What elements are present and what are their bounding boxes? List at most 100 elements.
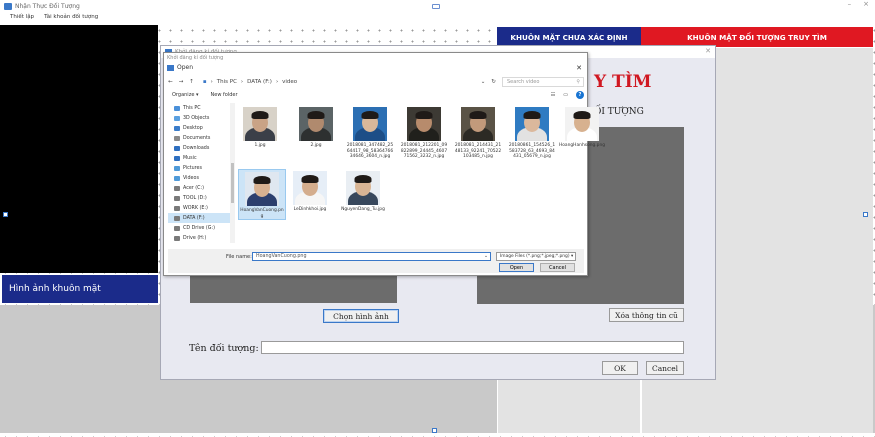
nav-scrollbar[interactable] bbox=[230, 103, 235, 243]
file-name-label: File name: bbox=[226, 254, 252, 260]
nav-item-label: Acer (C:) bbox=[183, 185, 204, 191]
window-controls: – × bbox=[848, 0, 869, 8]
file-name: 2018081_214431_2148133_92241_70522103485… bbox=[454, 143, 502, 159]
file-item[interactable]: LeDinhkhoi.jpg bbox=[286, 169, 334, 213]
file-name: NguyenDang_Tu.jpg bbox=[341, 207, 385, 212]
up-arrow-icon[interactable]: ↑ bbox=[189, 79, 194, 85]
nav-item-label: Music bbox=[183, 155, 197, 161]
file-item[interactable]: 2018081_212201_09822899_24445_460771562_… bbox=[400, 105, 448, 160]
preview-pane-icon[interactable]: ▭ bbox=[563, 92, 568, 98]
nav-item[interactable]: Drive (H:) bbox=[168, 233, 231, 243]
ok-button[interactable]: OK bbox=[602, 361, 638, 375]
nav-item-label: TOOL (D:) bbox=[183, 195, 207, 201]
folder-icon bbox=[174, 145, 180, 151]
nav-item[interactable]: Documents bbox=[168, 133, 231, 143]
chevron-down-icon[interactable]: ⌄ bbox=[484, 254, 488, 259]
nav-item-label: WORK (E:) bbox=[183, 205, 208, 211]
image-thumbnail bbox=[299, 107, 333, 141]
folder-icon bbox=[174, 115, 180, 121]
nav-item-label: CD Drive (G:) bbox=[183, 225, 215, 231]
scrollbar-thumb[interactable] bbox=[231, 163, 234, 203]
file-item[interactable]: HoangHanhsong.png bbox=[558, 105, 606, 149]
window-title: Nhận Thực Đối Tượng bbox=[15, 2, 80, 10]
file-item[interactable]: HoangVanCuong.png bbox=[238, 169, 286, 220]
view-options-icon[interactable]: ☷ bbox=[551, 92, 555, 98]
open-cancel-button[interactable]: Cancel bbox=[540, 263, 575, 272]
file-name: HoangVanCuong.png bbox=[240, 208, 284, 219]
breadcrumb[interactable]: ▪ › This PC › DATA (F:) › video bbox=[200, 76, 475, 87]
nav-item[interactable]: Downloads bbox=[168, 143, 231, 153]
file-item[interactable]: 20180861_154526_1583728_63_4693_84431_05… bbox=[508, 105, 556, 160]
nav-item[interactable]: Desktop bbox=[168, 123, 231, 133]
breadcrumb-item[interactable]: This PC bbox=[217, 79, 237, 85]
chevron-down-icon[interactable]: ⌄ bbox=[481, 79, 486, 85]
address-bar: ← → ↑ ▪ › This PC › DATA (F:) › video ⌄ … bbox=[168, 76, 584, 87]
image-thumbnail bbox=[245, 172, 279, 206]
image-thumbnail bbox=[515, 107, 549, 141]
menu-settings[interactable]: Thiết lập bbox=[10, 14, 34, 20]
subject-name-input[interactable] bbox=[261, 341, 684, 354]
resize-handle[interactable] bbox=[432, 428, 437, 433]
image-thumbnail bbox=[346, 171, 380, 205]
file-type-select[interactable]: Image Files (*.png;*.jpeg;*.png) ▾ bbox=[496, 252, 576, 261]
open-dialog-titlebar: Open bbox=[167, 64, 193, 71]
new-folder-button[interactable]: New folder bbox=[211, 92, 238, 98]
open-dialog-footer: File name: HoangVanCuong.png ⌄ Image Fil… bbox=[168, 249, 584, 273]
nav-item[interactable]: 3D Objects bbox=[168, 113, 231, 123]
menubar: Thiết lập Tài khoản đối tượng bbox=[0, 12, 875, 22]
file-name: 20180861_154526_1583728_63_4693_84431_05… bbox=[508, 143, 556, 159]
forward-arrow-icon[interactable]: → bbox=[179, 79, 184, 85]
help-icon[interactable]: ? bbox=[576, 91, 584, 99]
file-item[interactable]: NguyenDang_Tu.jpg bbox=[339, 169, 387, 213]
navigation-pane: This PC 3D Objects Desktop Documents Downloa… bbox=[168, 103, 235, 243]
file-name: HoangHanhsong.png bbox=[558, 143, 606, 148]
close-icon[interactable]: ✕ bbox=[705, 47, 711, 55]
folder-icon bbox=[174, 175, 180, 181]
file-item[interactable]: 2.jpg bbox=[292, 105, 340, 149]
open-dialog-title: Open bbox=[177, 64, 194, 71]
folder-icon bbox=[174, 125, 180, 131]
wanted-faces-header: KHUÔN MẶT ĐỐI TƯỢNG TRUY TÌM bbox=[641, 27, 873, 47]
cancel-button[interactable]: Cancel bbox=[646, 361, 684, 375]
image-thumbnail bbox=[293, 171, 327, 205]
file-name: 2.jpg bbox=[310, 143, 322, 148]
file-list: 1.jpg 2.jpg 2018081_347482_2564417_98_5836… bbox=[236, 103, 605, 243]
clear-info-button[interactable]: Xóa thông tin cũ bbox=[609, 308, 684, 322]
open-file-dialog: Khởi đăng kí đối tượng Open ✕ ← → ↑ ▪ › … bbox=[163, 52, 605, 276]
nav-item[interactable]: Pictures bbox=[168, 163, 231, 173]
nav-item[interactable]: Videos bbox=[168, 173, 231, 183]
organize-menu[interactable]: Organize ▾ bbox=[172, 92, 199, 98]
nav-item[interactable]: TOOL (D:) bbox=[168, 193, 231, 203]
nav-item[interactable]: Acer (C:) bbox=[168, 183, 231, 193]
breadcrumb-item[interactable]: video bbox=[282, 79, 297, 85]
nav-item[interactable]: Music bbox=[168, 153, 231, 163]
close-icon[interactable]: ✕ bbox=[576, 64, 582, 72]
nav-item-label: Downloads bbox=[183, 145, 210, 151]
menu-subject-accounts[interactable]: Tài khoản đối tượng bbox=[44, 14, 98, 20]
choose-image-button[interactable]: Chọn hình ảnh bbox=[323, 309, 399, 323]
resize-handle[interactable] bbox=[3, 212, 8, 217]
image-thumbnail bbox=[353, 107, 387, 141]
folder-icon bbox=[174, 225, 180, 231]
pc-icon: ▪ bbox=[202, 78, 207, 85]
file-name-input[interactable]: HoangVanCuong.png ⌄ bbox=[252, 252, 491, 261]
back-arrow-icon[interactable]: ← bbox=[168, 79, 173, 85]
minimize-button[interactable]: – bbox=[848, 0, 852, 8]
file-item[interactable]: 2018081_347482_2564417_98_5836476634646_… bbox=[346, 105, 394, 160]
file-name: 2018081_212201_09822899_24445_460771562_… bbox=[400, 143, 448, 159]
nav-item[interactable]: CD Drive (G:) bbox=[168, 223, 231, 233]
refresh-icon[interactable]: ↻ bbox=[491, 79, 496, 85]
resize-handle[interactable] bbox=[863, 212, 868, 217]
file-name: 1.jpg bbox=[254, 143, 266, 148]
nav-item[interactable]: WORK (E:) bbox=[168, 203, 231, 213]
nav-item[interactable]: This PC bbox=[168, 103, 231, 113]
nav-item[interactable]: DATA (F:) bbox=[168, 213, 231, 223]
file-item[interactable]: 2018081_214431_2148133_92241_70522103485… bbox=[454, 105, 502, 160]
breadcrumb-separator-icon: › bbox=[210, 78, 213, 85]
search-input[interactable]: Search video ⚲ bbox=[502, 76, 584, 87]
open-button[interactable]: Open bbox=[499, 263, 534, 272]
file-item[interactable]: 1.jpg bbox=[236, 105, 284, 149]
breadcrumb-item[interactable]: DATA (F:) bbox=[247, 79, 272, 85]
breadcrumb-separator-icon: › bbox=[240, 78, 244, 85]
close-button[interactable]: × bbox=[863, 0, 869, 8]
